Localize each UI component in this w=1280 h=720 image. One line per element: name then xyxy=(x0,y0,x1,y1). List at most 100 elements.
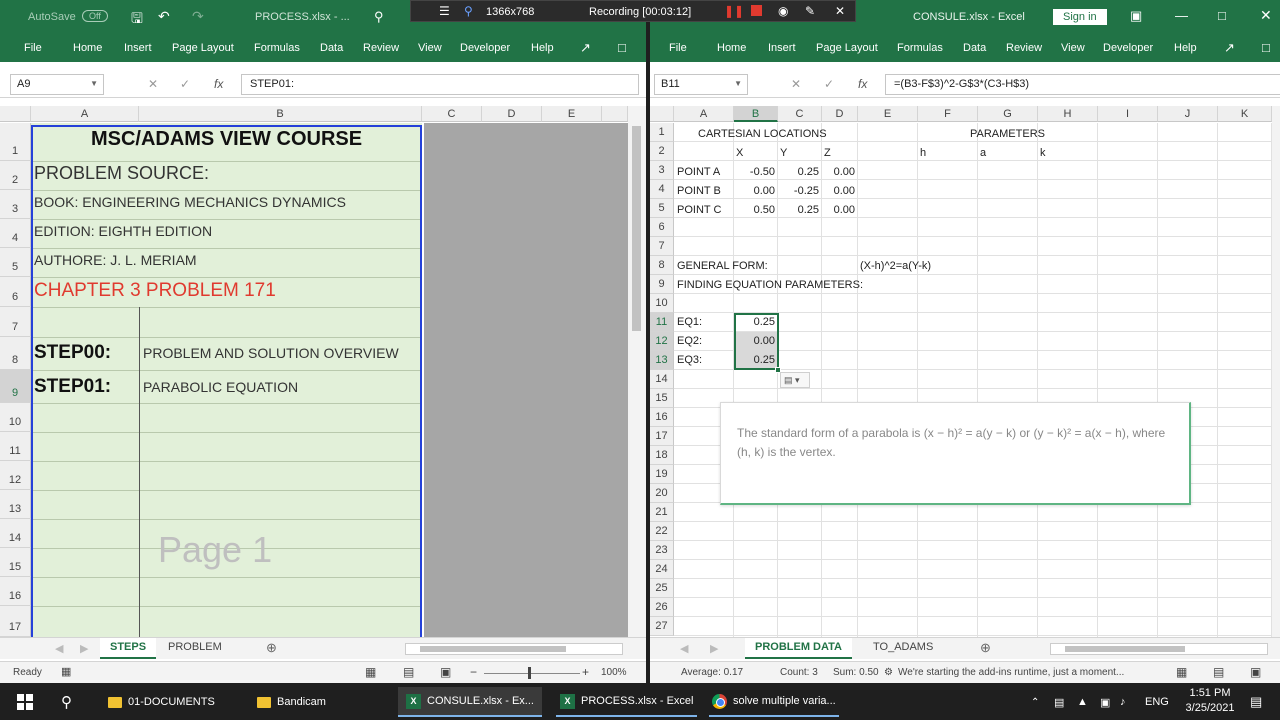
vertical-scrollbar[interactable] xyxy=(628,106,646,637)
sheet-tab-to-adams[interactable]: TO_ADAMS xyxy=(863,638,943,659)
tab-page-layout[interactable]: Page Layout xyxy=(816,42,878,54)
cell-z-header[interactable]: Z xyxy=(824,147,831,159)
row-header[interactable]: 16 xyxy=(0,577,31,606)
row-header[interactable]: 3 xyxy=(0,190,31,219)
row-header[interactable]: 18 xyxy=(650,446,674,465)
row-header[interactable]: 21 xyxy=(650,503,674,522)
cell-point-c-y[interactable]: 0.25 xyxy=(778,204,819,216)
tab-formulas[interactable]: Formulas xyxy=(897,42,943,54)
cell-step01[interactable]: STEP01: xyxy=(34,376,111,398)
sheet-tab-problem-data[interactable]: PROBLEM DATA xyxy=(745,638,852,659)
cell-point-b-y[interactable]: -0.25 xyxy=(778,185,819,197)
tab-review[interactable]: Review xyxy=(363,42,399,54)
sheet-tab-problem[interactable]: PROBLEM xyxy=(158,638,232,659)
row-header[interactable]: 7 xyxy=(650,237,674,256)
tab-page-layout[interactable]: Page Layout xyxy=(172,42,234,54)
cell-point-a-z[interactable]: 0.00 xyxy=(822,166,855,178)
row-header[interactable]: 11 xyxy=(650,313,674,332)
horizontal-scrollbar[interactable] xyxy=(405,643,623,655)
prev-sheet-icon[interactable]: ◀ xyxy=(680,642,688,655)
row-header[interactable]: 14 xyxy=(650,370,674,389)
horizontal-scrollbar[interactable] xyxy=(1050,643,1268,655)
cell-eq3-value[interactable]: 0.25 xyxy=(734,354,775,366)
row-header[interactable]: 11 xyxy=(0,432,31,461)
scroll-thumb[interactable] xyxy=(1065,646,1185,652)
row-header[interactable]: 9 xyxy=(650,275,674,294)
tab-data[interactable]: Data xyxy=(963,42,986,54)
pencil-icon[interactable]: ✎ xyxy=(805,4,815,18)
column-header[interactable]: K xyxy=(1218,106,1272,122)
enter-icon[interactable]: ✓ xyxy=(180,77,190,91)
cell-k-header[interactable]: k xyxy=(1040,147,1046,159)
tab-review[interactable]: Review xyxy=(1006,42,1042,54)
row-header[interactable]: 10 xyxy=(0,403,31,432)
next-sheet-icon[interactable]: ▶ xyxy=(80,642,88,655)
name-box[interactable]: B11 ▼ xyxy=(654,74,748,95)
cell-point-c-x[interactable]: 0.50 xyxy=(734,204,775,216)
row-header[interactable]: 16 xyxy=(650,408,674,427)
comments-icon[interactable]: □ xyxy=(1262,40,1270,55)
column-header[interactable]: B xyxy=(139,106,422,122)
taskbar-item-bandicam[interactable]: Bandicam xyxy=(257,691,326,713)
scroll-thumb[interactable] xyxy=(420,646,566,652)
ribbon-display-icon[interactable]: ▣ xyxy=(1130,8,1142,24)
close-icon[interactable]: ✕ xyxy=(1260,7,1272,24)
zoom-level[interactable]: 100% xyxy=(601,667,627,678)
row-header[interactable]: 7 xyxy=(0,307,31,337)
row-header[interactable]: 15 xyxy=(650,389,674,408)
column-header[interactable]: E xyxy=(542,106,602,122)
row-header[interactable]: 2 xyxy=(650,142,674,161)
formula-input[interactable]: =(B3-F$3)^2-G$3*(C3-H$3) xyxy=(885,74,1280,95)
start-button[interactable] xyxy=(17,691,33,713)
share-icon[interactable]: ↗ xyxy=(1224,40,1235,56)
cell-point-b-x[interactable]: 0.00 xyxy=(734,185,775,197)
row-header[interactable]: 17 xyxy=(0,606,31,637)
tab-file[interactable]: File xyxy=(24,42,42,54)
row-header[interactable]: 6 xyxy=(0,277,31,307)
cell-author[interactable]: AUTHORE: J. L. MERIAM xyxy=(34,252,197,268)
page-layout-view-icon[interactable]: ▤ xyxy=(403,665,414,679)
cell-x-header[interactable]: X xyxy=(736,147,743,159)
cancel-icon[interactable]: ✕ xyxy=(791,77,801,91)
row-header[interactable]: 8 xyxy=(0,337,31,370)
tab-home[interactable]: Home xyxy=(73,42,102,54)
column-header[interactable]: I xyxy=(1098,106,1158,122)
cell-parameters[interactable]: PARAMETERS xyxy=(970,128,1045,140)
system-clock[interactable]: 1:51 PM 3/25/2021 xyxy=(1180,686,1240,716)
row-header-selected[interactable]: 9 xyxy=(0,370,31,403)
column-header[interactable]: A xyxy=(674,106,734,122)
comments-icon[interactable]: □ xyxy=(618,40,626,55)
macro-record-icon[interactable]: ▦ xyxy=(61,665,71,678)
normal-view-icon[interactable]: ▦ xyxy=(365,665,376,679)
taskbar-item-chrome[interactable]: solve multiple varia... xyxy=(709,687,839,717)
tab-developer[interactable]: Developer xyxy=(1103,42,1153,54)
stop-icon[interactable] xyxy=(751,5,762,16)
cell-a-header[interactable]: a xyxy=(980,147,986,159)
notifications-icon[interactable]: ▤ xyxy=(1250,691,1262,713)
row-header[interactable]: 4 xyxy=(650,180,674,199)
tab-help[interactable]: Help xyxy=(531,42,554,54)
cell-point-c[interactable]: POINT C xyxy=(677,204,721,216)
column-header[interactable]: J xyxy=(1158,106,1218,122)
cell-point-c-z[interactable]: 0.00 xyxy=(822,204,855,216)
cell-cartesian[interactable]: CARTESIAN LOCATIONS xyxy=(698,128,827,140)
add-sheet-icon[interactable]: ⊕ xyxy=(266,640,277,656)
cell-eq2-value[interactable]: 0.00 xyxy=(734,335,775,347)
column-header[interactable]: D xyxy=(482,106,542,122)
cell-step00-desc[interactable]: PROBLEM AND SOLUTION OVERVIEW xyxy=(143,345,399,361)
worksheet-grid-steps[interactable]: A B C D E 1 2 3 4 5 6 7 8 9 10 11 12 13 … xyxy=(0,106,628,637)
row-header[interactable]: 26 xyxy=(650,598,674,617)
row-header[interactable]: 19 xyxy=(650,465,674,484)
row-header[interactable]: 13 xyxy=(650,351,674,370)
zoom-slider-thumb[interactable] xyxy=(528,667,531,679)
column-header[interactable]: F xyxy=(918,106,978,122)
cell-problem-source[interactable]: PROBLEM SOURCE: xyxy=(34,163,209,184)
next-sheet-icon[interactable]: ▶ xyxy=(710,642,718,655)
menu-icon[interactable]: ☰ xyxy=(439,4,450,18)
row-header[interactable]: 15 xyxy=(0,548,31,577)
column-header[interactable] xyxy=(602,106,628,122)
tab-help[interactable]: Help xyxy=(1174,42,1197,54)
tray-chevron-up-icon[interactable]: ⌃ xyxy=(1031,691,1039,713)
cell-point-a-y[interactable]: 0.25 xyxy=(778,166,819,178)
row-header[interactable]: 2 xyxy=(0,161,31,190)
